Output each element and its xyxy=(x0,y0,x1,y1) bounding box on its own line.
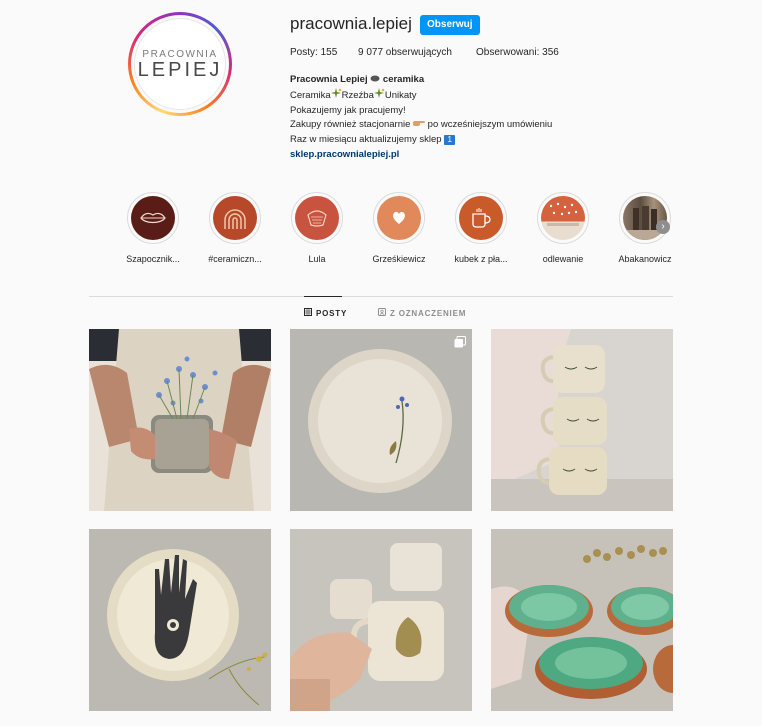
post-image xyxy=(89,329,271,511)
tabs-divider xyxy=(89,296,673,297)
posts-count: Posty: 155 xyxy=(290,47,338,58)
lips-icon xyxy=(131,196,175,240)
active-tab-indicator xyxy=(304,296,342,297)
mug-icon xyxy=(459,196,503,240)
logo-bottom-text: LEPIEJ xyxy=(137,58,223,81)
bio-line1-c: Unikaty xyxy=(384,89,417,101)
bio-name: Pracownia Lepiej xyxy=(290,74,368,85)
highlight-item[interactable]: #ceramiczn... xyxy=(194,192,276,264)
highlight-item[interactable]: Abakanowicz xyxy=(604,192,686,264)
multiple-photos-icon xyxy=(454,335,466,348)
highlight-item[interactable]: Grześkiewicz xyxy=(358,192,440,264)
bio-website-link[interactable]: sklep.pracownialepiej.pl xyxy=(290,148,552,163)
stone-emoji-icon xyxy=(370,74,383,85)
photo-icon xyxy=(541,196,585,240)
following-count[interactable]: Obserwowani: 356 xyxy=(476,47,559,58)
posts-grid xyxy=(89,329,673,711)
pointing-hand-icon xyxy=(413,119,426,130)
bio-line4: Raz w miesiącu aktualizujemy sklep xyxy=(290,134,445,146)
highlight-item[interactable]: Szapocznik... xyxy=(112,192,194,264)
bio-line2: Pokazujemy jak pracujemy! xyxy=(290,104,406,116)
followers-count[interactable]: 9 077 obserwujących xyxy=(358,47,476,58)
bio-line3-a: Zakupy również stacjonarnie xyxy=(290,119,414,131)
highlight-item[interactable]: odlewanie xyxy=(522,192,604,264)
avatar: PRACOWNIA LEPIEJ xyxy=(134,18,226,110)
post-thumbnail[interactable] xyxy=(491,529,673,711)
tab-tagged[interactable]: Z OZNACZENIEM xyxy=(378,308,466,318)
post-thumbnail[interactable] xyxy=(89,529,271,711)
logo-top-text: PRACOWNIA xyxy=(142,48,218,60)
highlight-item[interactable]: kubek z pła... xyxy=(440,192,522,264)
tab-posts[interactable]: POSTY xyxy=(304,308,347,318)
highlight-label: Abakanowicz xyxy=(618,254,672,264)
sparkle-icon xyxy=(373,87,385,101)
tag-person-icon xyxy=(378,308,386,318)
follow-button[interactable]: Obserwuj xyxy=(420,15,480,35)
post-thumbnail[interactable] xyxy=(290,529,472,711)
profile-avatar[interactable]: PRACOWNIA LEPIEJ xyxy=(128,12,232,116)
post-image xyxy=(491,329,673,511)
highlight-label: kubek z pła... xyxy=(454,254,508,264)
post-image xyxy=(290,529,472,711)
rainbow-icon xyxy=(213,196,257,240)
highlight-label: Grześkiewicz xyxy=(372,254,426,264)
highlight-label: odlewanie xyxy=(542,254,584,264)
post-image xyxy=(491,529,673,711)
post-image xyxy=(290,329,472,511)
bio-line3-b: po wcześniejszym umówieniu xyxy=(425,119,553,131)
highlight-label: #ceramiczn... xyxy=(208,254,262,264)
profile-username: pracownia.lepiej xyxy=(290,14,412,33)
post-image xyxy=(89,529,271,711)
grid-icon xyxy=(304,308,312,318)
story-highlights: Szapocznik... #ceramiczn... Lula Grześki… xyxy=(112,192,686,264)
post-thumbnail[interactable] xyxy=(491,329,673,511)
tab-tagged-label: Z OZNACZENIEM xyxy=(390,308,467,318)
profile-bio: Pracownia Lepiej ceramika Ceramika Rzeźba… xyxy=(290,73,552,163)
post-thumbnail[interactable] xyxy=(89,329,271,511)
bio-line1-a: Ceramika xyxy=(290,89,331,101)
profile-stats: Posty: 155 9 077 obserwujących Obserwowa… xyxy=(290,47,559,58)
basket-icon xyxy=(295,196,339,240)
tab-posts-label: POSTY xyxy=(316,308,348,318)
chevron-right-icon[interactable]: › xyxy=(656,220,670,234)
highlight-label: Szapocznik... xyxy=(126,254,180,264)
highlight-item[interactable]: Lula xyxy=(276,192,358,264)
highlight-label: Lula xyxy=(308,254,326,264)
post-thumbnail[interactable] xyxy=(290,329,472,511)
number-one-badge-icon: 1 xyxy=(444,135,456,146)
bio-name-suffix: ceramika xyxy=(382,74,425,85)
heart-icon xyxy=(377,196,421,240)
sparkle-icon xyxy=(330,87,342,101)
bio-line1-b: Rzeźba xyxy=(341,89,374,101)
